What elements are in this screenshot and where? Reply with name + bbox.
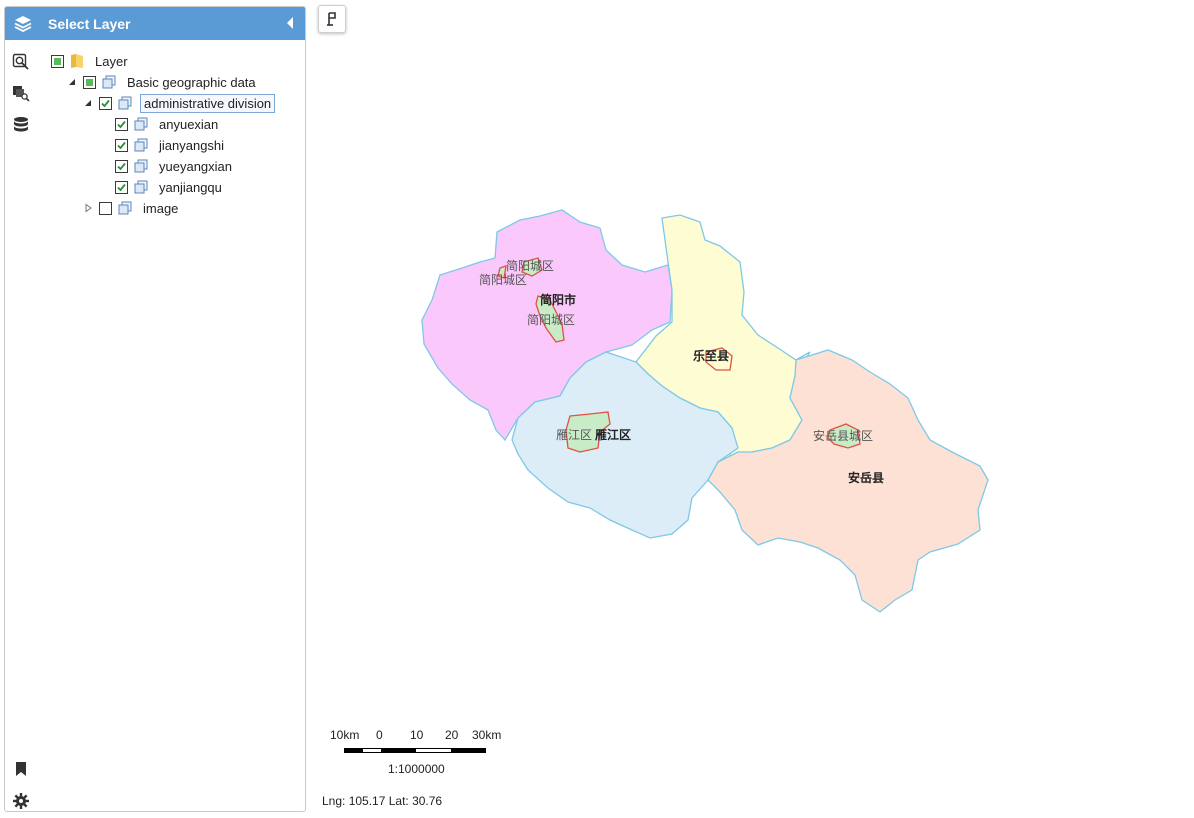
tree-node-anyuexian[interactable]: anyuexian	[115, 114, 221, 134]
scale-bar: 10km 0 10 20 30km 1:1000000	[330, 728, 520, 776]
bookmark-icon[interactable]	[12, 760, 30, 778]
checkbox-yanjiangqu[interactable]	[115, 180, 128, 194]
label-anyue: 安岳县	[848, 470, 884, 485]
layer-stack-icon	[134, 180, 148, 194]
zoom-search-icon[interactable]	[12, 53, 30, 71]
layer-stack-icon	[134, 159, 148, 173]
layer-stack-icon	[134, 138, 148, 152]
checkbox-basic-geographic-data[interactable]	[83, 75, 96, 89]
tree-label-yanjiangqu[interactable]: yanjiangqu	[156, 179, 225, 196]
layer-query-icon[interactable]	[12, 84, 30, 102]
layer-panel: Select Layer Layer Basic geographic data…	[4, 6, 306, 812]
label-ay-urban: 安岳县城区	[813, 428, 873, 443]
checkbox-administrative-division[interactable]	[99, 96, 112, 110]
scale-ticks: 10km 0 10 20 30km	[330, 728, 520, 744]
tree-label-administrative-division[interactable]: administrative division	[140, 93, 276, 113]
folder-icon	[71, 54, 83, 68]
tree-label-jianyangshi[interactable]: jianyangshi	[156, 137, 227, 154]
layer-stack-icon	[118, 96, 132, 110]
scale-ratio: 1:1000000	[388, 762, 445, 776]
expanded-triangle-icon[interactable]	[83, 98, 93, 108]
tree-node-yueyangxian[interactable]: yueyangxian	[115, 156, 235, 176]
panel-title: Select Layer	[48, 15, 131, 32]
label-jianyang: 简阳市	[540, 292, 576, 307]
scale-tick-label: 0	[376, 728, 383, 742]
scale-tick-label: 10km	[330, 728, 360, 742]
label-jy-urban-1: 简阳城区	[506, 259, 554, 273]
layers-icon	[14, 15, 32, 32]
checkbox-anyuexian[interactable]	[115, 117, 128, 131]
tree-node-basic-geographic-data[interactable]: Basic geographic data	[67, 72, 259, 92]
tree-node-layer[interactable]: Layer	[51, 51, 131, 71]
scale-graphic	[344, 748, 486, 753]
scale-tick-label: 10	[410, 728, 424, 742]
layer-stack-icon	[102, 75, 116, 89]
tree-label-basic-geographic-data[interactable]: Basic geographic data	[124, 74, 259, 91]
database-icon[interactable]	[12, 116, 30, 134]
tree-label-layer[interactable]: Layer	[92, 53, 131, 70]
scale-tick-label: 20	[445, 728, 459, 742]
label-yanjiang: 雁江区	[595, 427, 631, 442]
scale-tick-label: 30km	[472, 728, 502, 742]
checkbox-jianyangshi[interactable]	[115, 138, 128, 152]
layer-stack-icon	[134, 117, 148, 131]
collapse-left-icon[interactable]	[285, 16, 295, 30]
tree-label-image[interactable]: image	[140, 200, 181, 217]
tree-node-jianyangshi[interactable]: jianyangshi	[115, 135, 227, 155]
tool-column	[5, 40, 39, 811]
map-canvas[interactable]: 简阳城区 简阳城区 简阳市 简阳城区 乐至县 雁江区 雁江区 安岳县城区 安岳县	[310, 0, 1194, 700]
gear-icon[interactable]	[12, 792, 30, 810]
checkbox-layer[interactable]	[51, 54, 64, 68]
label-yj-urban: 雁江区	[556, 428, 592, 442]
label-jy-urban-3: 简阳城区	[527, 313, 575, 327]
expanded-triangle-icon[interactable]	[67, 77, 77, 87]
layer-stack-icon	[118, 201, 132, 215]
label-jy-urban-2: 简阳城区	[479, 273, 527, 287]
tree-node-administrative-division[interactable]: administrative division	[83, 93, 276, 113]
tree-label-anyuexian[interactable]: anyuexian	[156, 116, 221, 133]
tree-label-yueyangxian[interactable]: yueyangxian	[156, 158, 235, 175]
collapsed-triangle-icon[interactable]	[83, 203, 93, 213]
tree-node-yanjiangqu[interactable]: yanjiangqu	[115, 177, 225, 197]
label-lezhi: 乐至县	[693, 348, 729, 363]
checkbox-yueyangxian[interactable]	[115, 159, 128, 173]
tree-node-image[interactable]: image	[83, 198, 181, 218]
panel-header: Select Layer	[5, 7, 305, 40]
checkbox-image[interactable]	[99, 201, 112, 215]
coordinate-readout: Lng: 105.17 Lat: 30.76	[322, 794, 443, 808]
